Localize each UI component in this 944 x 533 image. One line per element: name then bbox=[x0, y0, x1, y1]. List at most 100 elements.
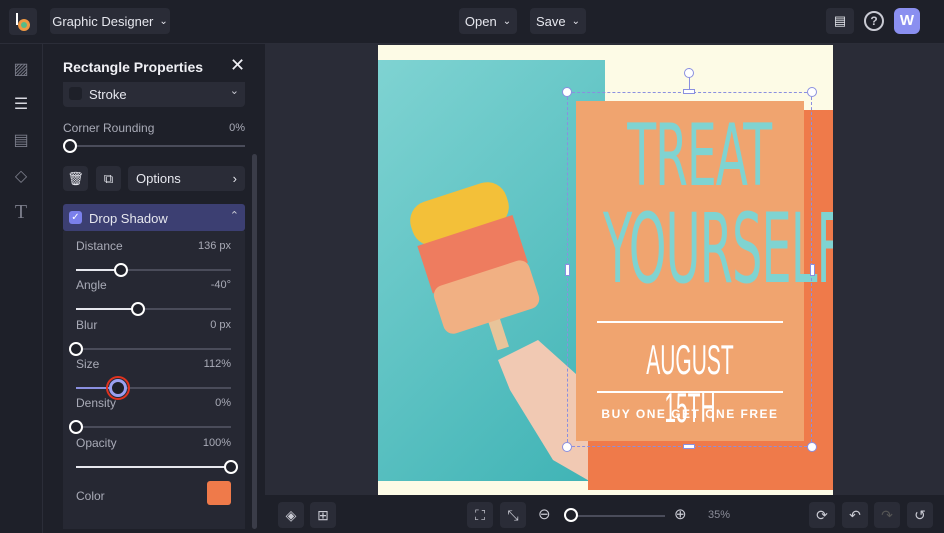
refresh-icon: ⟳ bbox=[816, 506, 828, 523]
logo-icon bbox=[16, 12, 30, 31]
duplicate-button[interactable]: ⧉ bbox=[96, 166, 121, 191]
shapes-icon[interactable]: ◇ bbox=[11, 166, 31, 186]
trash-icon: 🗑 bbox=[67, 170, 84, 186]
zoom-value: 35% bbox=[708, 509, 731, 521]
tool-rail: ▨ ☰ ▤ ◇ T bbox=[0, 44, 43, 533]
drop-shadow-label: Drop Shadow bbox=[89, 211, 168, 226]
size-value: 112% bbox=[203, 357, 231, 370]
chevron-down-icon: ⌄ bbox=[159, 15, 168, 27]
undo-button[interactable]: ↶ bbox=[842, 502, 868, 528]
properties-panel: Rectangle Properties ✕ Stroke ⌄ Corner R… bbox=[44, 44, 264, 533]
opacity-value: 100% bbox=[202, 436, 231, 449]
distance-knob[interactable] bbox=[113, 263, 128, 277]
angle-knob[interactable] bbox=[131, 302, 145, 317]
opacity-label: Opacity bbox=[76, 435, 117, 450]
density-label: Density bbox=[76, 396, 117, 411]
layers-icon: ◈ bbox=[285, 506, 297, 523]
bottom-toolbar: ◈ ⊞ ⛶ ⤡ ⊖ ⊕ 35% ⟳ ↶ ↷ ↺ bbox=[265, 495, 944, 533]
grid-button[interactable]: ⊞ bbox=[310, 502, 336, 528]
density-knob[interactable] bbox=[69, 420, 83, 435]
opacity-knob[interactable] bbox=[224, 459, 238, 474]
resize-handle-br[interactable] bbox=[807, 442, 817, 452]
chevron-down-icon: ⌄ bbox=[229, 85, 239, 97]
save-label: Save bbox=[535, 13, 566, 29]
chevron-down-icon: ⌄ bbox=[571, 15, 581, 27]
redo-icon: ↷ bbox=[881, 506, 893, 523]
collapse-icon: ⤡ bbox=[507, 506, 519, 523]
blur-slider[interactable] bbox=[76, 347, 231, 350]
resize-handle-top[interactable] bbox=[683, 89, 695, 94]
delete-button[interactable]: 🗑 bbox=[63, 166, 88, 191]
resize-handle-right[interactable] bbox=[810, 264, 815, 276]
chevron-right-icon: › bbox=[232, 171, 237, 186]
angle-value: -40° bbox=[210, 279, 231, 292]
zoom-in-icon[interactable]: ⊕ bbox=[674, 505, 687, 523]
workspace-label: Graphic Designer bbox=[52, 13, 154, 29]
panel-scrollbar[interactable] bbox=[252, 154, 257, 529]
zoom-knob[interactable] bbox=[564, 508, 578, 522]
history-button[interactable]: ↺ bbox=[907, 502, 933, 528]
corner-rounding-knob[interactable] bbox=[63, 139, 77, 153]
color-swatch[interactable] bbox=[207, 481, 231, 505]
zoom-slider[interactable] bbox=[565, 515, 665, 517]
color-label: Color bbox=[76, 489, 105, 503]
duplicate-icon: ⧉ bbox=[103, 170, 114, 186]
drop-shadow-body: Distance 136 px Angle -40° Blur 0 px Siz… bbox=[63, 231, 245, 529]
close-icon[interactable]: ✕ bbox=[230, 55, 245, 76]
resize-handle-tr[interactable] bbox=[807, 87, 817, 97]
opacity-fill bbox=[76, 465, 231, 468]
save-button[interactable]: Save ⌄ bbox=[530, 8, 586, 34]
grid-icon: ⊞ bbox=[317, 506, 329, 523]
zoom-out-icon[interactable]: ⊖ bbox=[538, 505, 551, 523]
distance-label: Distance bbox=[76, 239, 123, 253]
resize-handle-tl[interactable] bbox=[562, 87, 572, 97]
size-knob[interactable] bbox=[106, 375, 131, 400]
corner-rounding-slider[interactable] bbox=[70, 145, 245, 147]
density-value: 0% bbox=[215, 397, 231, 410]
comment-icon: ▤ bbox=[833, 13, 847, 28]
layout-icon[interactable]: ▤ bbox=[11, 130, 31, 150]
replace-button[interactable]: ⟳ bbox=[809, 502, 835, 528]
corner-rounding-value: 0% bbox=[229, 122, 245, 134]
history-icon: ↺ bbox=[914, 506, 926, 523]
distance-value: 136 px bbox=[197, 240, 231, 252]
density-slider[interactable] bbox=[76, 426, 231, 429]
angle-fill bbox=[76, 308, 138, 311]
drop-shadow-checkbox[interactable]: ✓ bbox=[69, 211, 82, 224]
adjust-icon[interactable]: ☰ bbox=[11, 94, 31, 114]
workspace-dropdown[interactable]: Graphic Designer ⌄ bbox=[50, 8, 170, 34]
expand-icon: ⛶ bbox=[475, 506, 485, 523]
resize-handle-left[interactable] bbox=[565, 264, 570, 276]
options-label: Options bbox=[136, 171, 181, 186]
open-label: Open bbox=[464, 13, 497, 29]
stroke-checkbox[interactable] bbox=[69, 87, 82, 100]
canvas-area: TREAT YOURSELF AUGUST 15TH BUY ONE GET O… bbox=[265, 44, 944, 495]
avatar[interactable]: W bbox=[894, 8, 920, 34]
logo[interactable] bbox=[9, 8, 37, 35]
options-button[interactable]: Options › bbox=[128, 166, 245, 191]
resize-handle-bottom[interactable] bbox=[683, 444, 695, 449]
layers-button[interactable]: ◈ bbox=[278, 502, 304, 528]
chevron-down-icon: ⌄ bbox=[502, 15, 512, 27]
selection-box[interactable] bbox=[567, 92, 812, 447]
shrink-button[interactable]: ⤡ bbox=[500, 502, 526, 528]
corner-rounding-label: Corner Rounding bbox=[63, 121, 155, 135]
fit-screen-button[interactable]: ⛶ bbox=[467, 502, 493, 528]
chevron-up-icon: ⌃ bbox=[229, 210, 239, 222]
rotate-handle[interactable] bbox=[684, 68, 694, 78]
image-icon[interactable]: ▨ bbox=[11, 59, 31, 79]
stroke-label: Stroke bbox=[89, 87, 127, 102]
open-button[interactable]: Open ⌄ bbox=[459, 8, 517, 34]
blur-knob[interactable] bbox=[69, 341, 83, 356]
size-label: Size bbox=[76, 356, 100, 371]
redo-button[interactable]: ↷ bbox=[874, 502, 900, 528]
resize-handle-bl[interactable] bbox=[562, 442, 572, 452]
help-icon[interactable]: ? bbox=[864, 11, 884, 31]
blur-label: Blur bbox=[76, 317, 98, 332]
text-icon[interactable]: T bbox=[11, 201, 31, 223]
drop-shadow-header[interactable]: ✓ Drop Shadow ⌃ bbox=[63, 204, 245, 231]
top-bar: Graphic Designer ⌄ Open ⌄ Save ⌄ ▤ ? W bbox=[0, 0, 944, 44]
comments-button[interactable]: ▤ bbox=[826, 8, 854, 34]
undo-icon: ↶ bbox=[849, 506, 861, 523]
stroke-section[interactable]: Stroke ⌄ bbox=[63, 82, 245, 107]
